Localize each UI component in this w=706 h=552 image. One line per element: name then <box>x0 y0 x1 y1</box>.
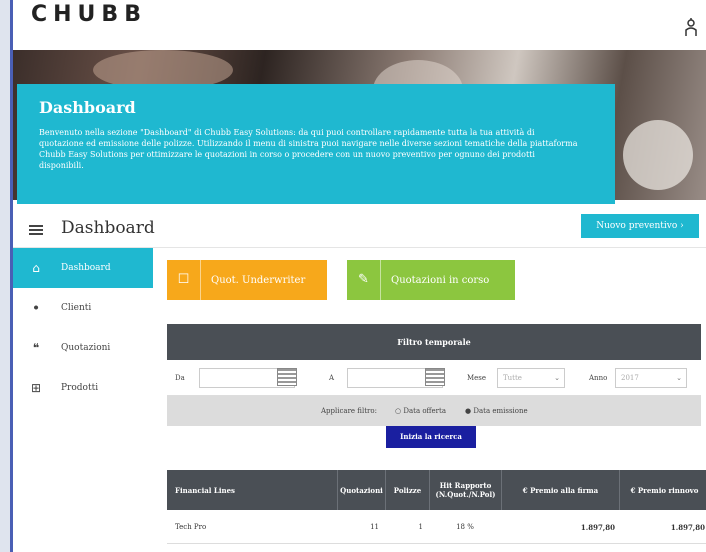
sidebar-item-quotazioni[interactable]: ❝ Quotazioni <box>13 328 153 368</box>
hero-title: Dashboard <box>39 98 136 117</box>
filter-title: Filtro temporale <box>167 324 701 360</box>
tile-underwriter[interactable]: ☐ Quot. Underwriter <box>167 260 327 300</box>
main-content: ☐ Quot. Underwriter ✎ Quotazioni in cors… <box>153 248 706 552</box>
filter-row: Da A Mese Tutte ⌄ Anno 2017 ⌄ <box>167 360 701 396</box>
col-header: Financial Lines <box>175 485 235 495</box>
sidebar-item-clienti[interactable]: ꔷ Clienti <box>13 288 153 328</box>
hero-card: Dashboard Benvenuto nella sezione "Dashb… <box>17 84 615 204</box>
sidebar-item-label: Dashboard <box>61 263 111 273</box>
col-header: Quotazioni <box>337 470 385 510</box>
top-bar: CHUBB <box>13 0 706 50</box>
month-label: Mese <box>467 374 487 382</box>
tile-label: Quotazioni in corso <box>391 274 490 286</box>
chubb-logo[interactable]: CHUBB <box>31 2 147 27</box>
users-icon: ꔷ <box>33 300 39 315</box>
col-header: Polizze <box>385 470 429 510</box>
sidebar-item-prodotti[interactable]: ⊞ Prodotti <box>13 368 153 408</box>
start-search-button[interactable]: Inizia la ricerca <box>386 426 476 448</box>
user-icon[interactable] <box>683 18 699 38</box>
cell-premio-rinnovo: 1.897,80 <box>670 522 705 532</box>
edit-icon: ✎ <box>347 260 381 300</box>
sidebar: ⌂ Dashboard ꔷ Clienti ❝ Quotazioni ⊞ Pro… <box>13 248 153 552</box>
tile-quotazioni-in-corso[interactable]: ✎ Quotazioni in corso <box>347 260 515 300</box>
grid-icon: ⊞ <box>30 381 42 395</box>
page-header: Dashboard Nuovo preventivo › <box>13 210 706 248</box>
apply-filter-label: Applicare filtro: <box>321 407 377 415</box>
sidebar-item-label: Clienti <box>61 303 92 313</box>
table-header: Financial Lines Quotazioni Polizze Hit R… <box>167 470 706 510</box>
table-row[interactable]: Tech Pro 11 1 18 % 1.897,80 1.897,80 <box>167 510 706 544</box>
hero-text: Benvenuto nella sezione "Dashboard" di C… <box>39 128 578 170</box>
quote-icon: ❝ <box>32 341 40 355</box>
calendar-icon[interactable] <box>425 368 445 386</box>
year-label: Anno <box>589 374 608 382</box>
cell-premio-firma: 1.897,80 <box>580 522 615 532</box>
page-title: Dashboard <box>61 218 155 238</box>
sidebar-item-dashboard[interactable]: ⌂ Dashboard <box>13 248 153 288</box>
cell-polizze: 1 <box>418 523 423 531</box>
sidebar-item-label: Prodotti <box>61 383 99 393</box>
menu-icon[interactable] <box>29 225 43 235</box>
home-icon: ⌂ <box>32 261 40 275</box>
document-icon: ☐ <box>167 260 201 300</box>
radio-data-offerta[interactable]: ○ Data offerta <box>395 407 446 415</box>
sidebar-item-label: Quotazioni <box>61 343 111 353</box>
tile-label: Quot. Underwriter <box>211 274 306 286</box>
col-header: € Premio alla firma <box>501 470 619 510</box>
cell-name: Tech Pro <box>175 523 207 531</box>
new-quote-button[interactable]: Nuovo preventivo › <box>581 214 699 238</box>
apply-filter-row: Applicare filtro: ○ Data offerta ● Data … <box>167 396 701 426</box>
to-label: A <box>329 374 335 382</box>
radio-data-emissione[interactable]: ● Data emissione <box>465 407 528 415</box>
cell-quotazioni: 11 <box>370 523 379 531</box>
calendar-icon[interactable] <box>277 368 297 386</box>
year-select[interactable]: 2017 ⌄ <box>615 368 687 388</box>
app-frame: CHUBB Dashboard Benvenuto nella sezione … <box>10 0 706 552</box>
cell-hit: 18 % <box>456 523 474 531</box>
col-header: Hit Rapporto (N.Quot./N.Pol) <box>429 470 501 510</box>
from-label: Da <box>175 374 185 382</box>
col-header: € Premio rinnovo <box>619 470 706 510</box>
month-select[interactable]: Tutte ⌄ <box>497 368 565 388</box>
